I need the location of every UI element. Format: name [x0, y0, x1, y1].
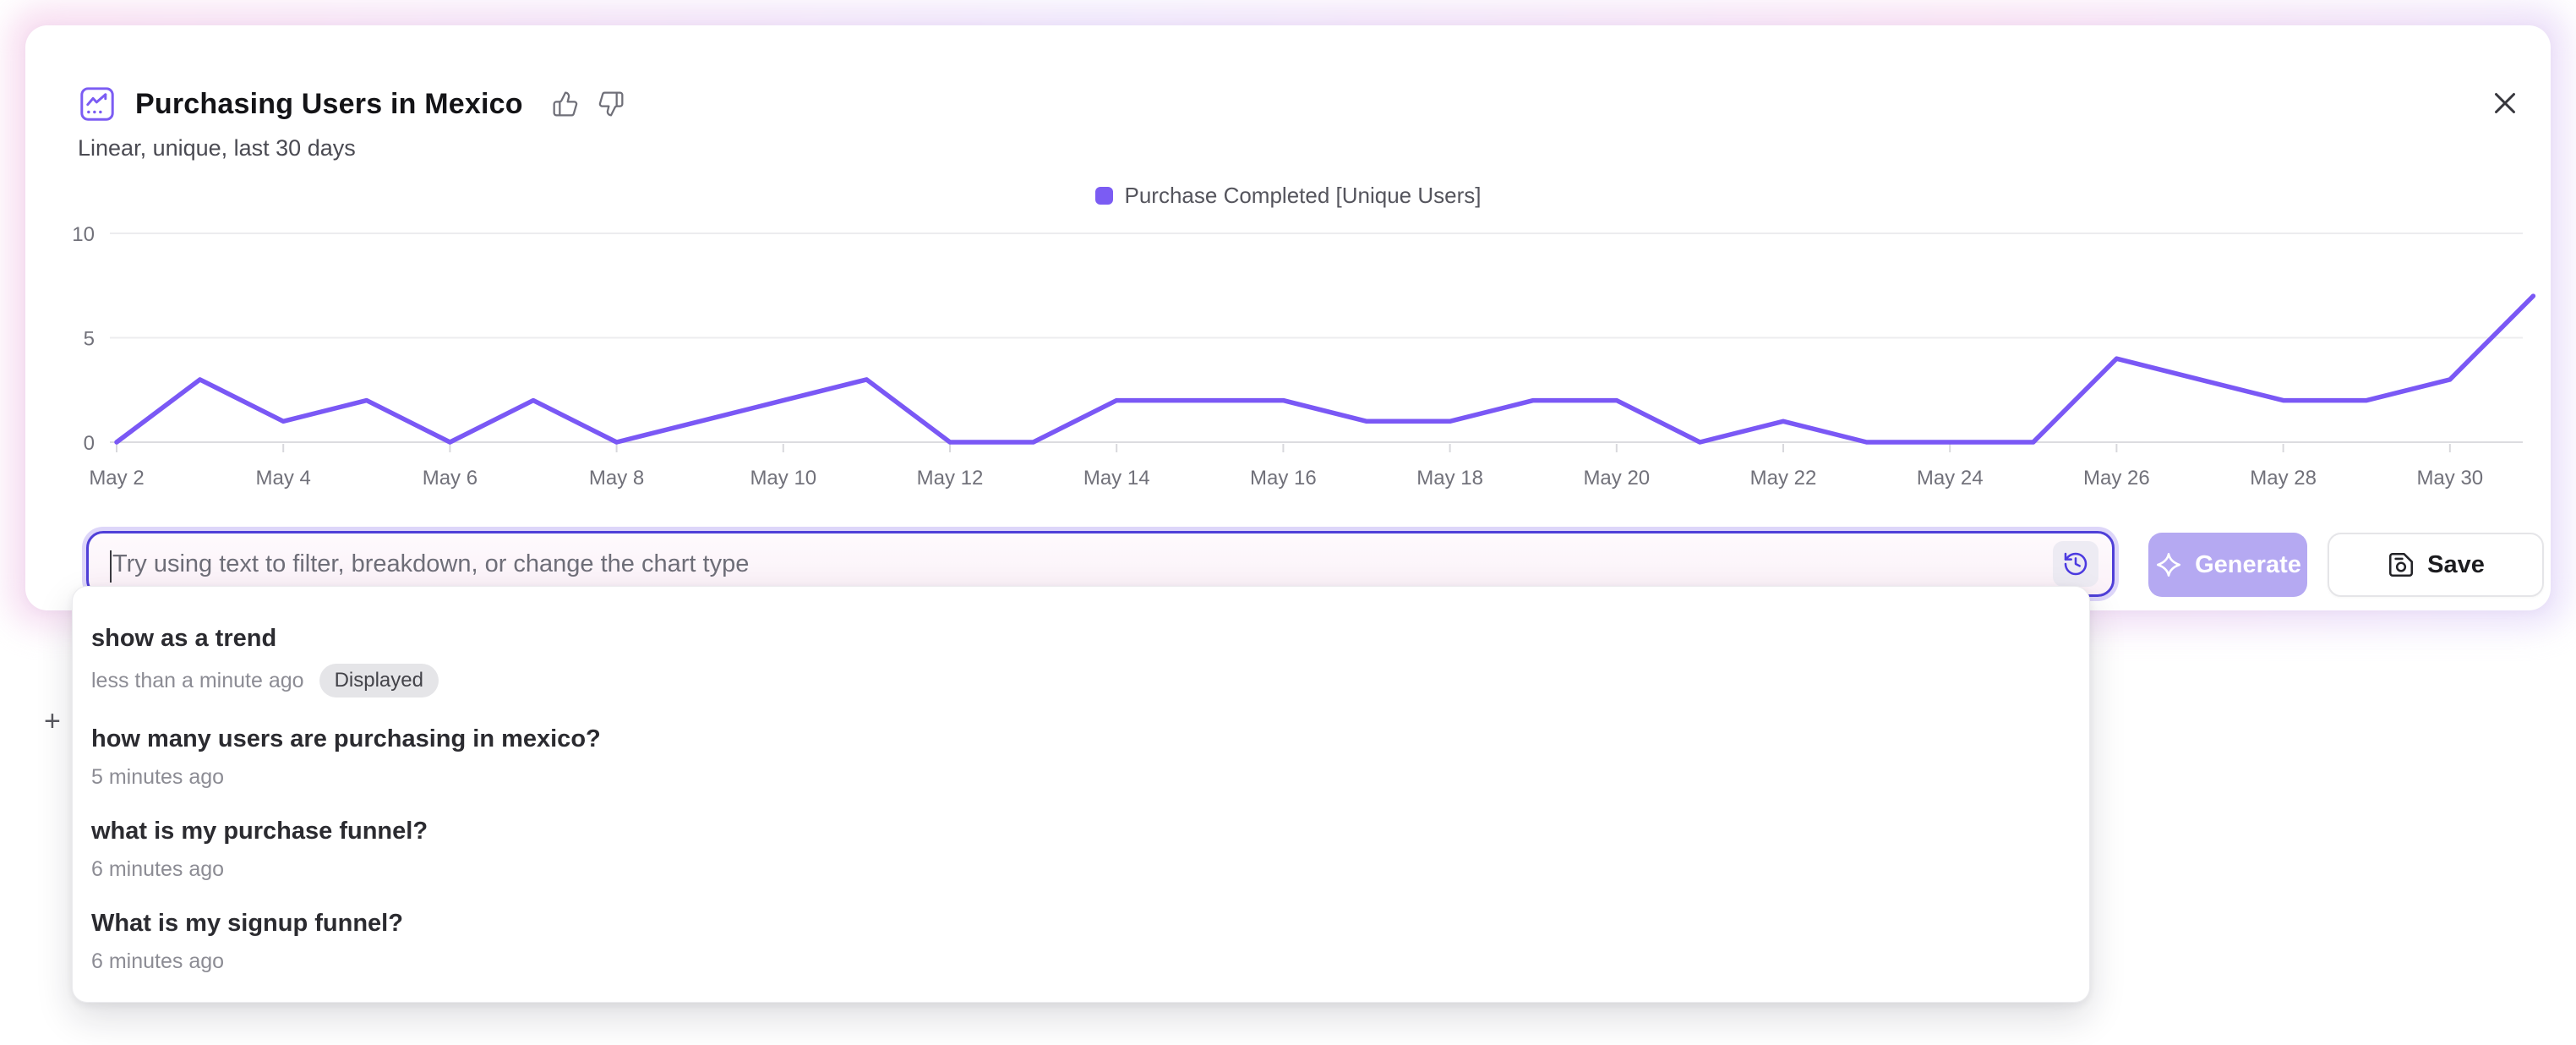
svg-text:May 16: May 16: [1250, 467, 1317, 490]
history-item[interactable]: show as a trend less than a minute ago D…: [73, 610, 2089, 711]
prompt-history-dropdown: show as a trend less than a minute ago D…: [72, 586, 2090, 1003]
feedback-buttons: [552, 90, 625, 118]
status-badge: Displayed: [319, 664, 439, 698]
history-item-time: 6 minutes ago: [91, 856, 224, 882]
card-header: Purchasing Users in Mexico: [79, 86, 625, 122]
svg-text:May 22: May 22: [1750, 467, 1817, 490]
close-icon[interactable]: [2488, 86, 2522, 120]
history-icon[interactable]: [2053, 541, 2098, 587]
svg-text:May 28: May 28: [2250, 467, 2317, 490]
legend-swatch: [1095, 187, 1113, 205]
svg-text:May 4: May 4: [256, 467, 311, 490]
svg-text:5: 5: [84, 328, 95, 351]
history-item-title: What is my signup funnel?: [91, 909, 2069, 938]
history-item[interactable]: what is my purchase funnel? 6 minutes ag…: [73, 803, 2089, 895]
svg-text:May 20: May 20: [1583, 467, 1650, 490]
history-item-title: how many users are purchasing in mexico?: [91, 725, 2069, 753]
svg-text:May 8: May 8: [589, 467, 644, 490]
thumbs-down-icon[interactable]: [598, 90, 625, 118]
history-item-meta: less than a minute ago Displayed: [91, 664, 2069, 698]
line-chart-icon: [79, 86, 115, 122]
svg-text:May 2: May 2: [89, 467, 144, 490]
save-label: Save: [2427, 551, 2485, 579]
history-item-meta: 6 minutes ago: [91, 856, 2069, 882]
text-caret: [110, 550, 112, 583]
page-title: Purchasing Users in Mexico: [135, 88, 523, 121]
svg-text:May 30: May 30: [2416, 467, 2483, 490]
history-item-title: show as a trend: [91, 624, 2069, 653]
svg-text:10: 10: [72, 223, 95, 246]
generate-label: Generate: [2195, 551, 2301, 579]
svg-text:May 12: May 12: [917, 467, 984, 490]
history-item[interactable]: What is my signup funnel? 6 minutes ago: [73, 895, 2089, 988]
thumbs-up-icon[interactable]: [552, 90, 579, 118]
save-icon: [2387, 550, 2415, 579]
legend-label: Purchase Completed [Unique Users]: [1125, 183, 1482, 209]
chart-subtitle: Linear, unique, last 30 days: [78, 135, 356, 161]
svg-text:May 26: May 26: [2083, 467, 2150, 490]
svg-text:May 6: May 6: [423, 467, 478, 490]
history-item-time: less than a minute ago: [91, 668, 304, 693]
svg-text:0: 0: [84, 432, 95, 455]
history-item-time: 5 minutes ago: [91, 764, 224, 790]
svg-text:May 14: May 14: [1083, 467, 1150, 490]
sparkle-icon: [2154, 550, 2183, 579]
save-button[interactable]: Save: [2328, 533, 2544, 597]
history-item-meta: 6 minutes ago: [91, 949, 2069, 974]
history-item[interactable]: how many users are purchasing in mexico?…: [73, 711, 2089, 803]
generate-button[interactable]: Generate: [2148, 533, 2307, 597]
history-item-time: 6 minutes ago: [91, 949, 224, 974]
history-item-meta: 5 minutes ago: [91, 764, 2069, 790]
svg-text:May 24: May 24: [1917, 467, 1984, 490]
svg-text:May 18: May 18: [1416, 467, 1483, 490]
chart-legend: Purchase Completed [Unique Users]: [25, 183, 2551, 209]
svg-text:May 10: May 10: [750, 467, 816, 490]
chart-card: Purchasing Users in Mexico Linear, uniqu…: [25, 25, 2551, 610]
line-chart: 0 5 10 May 2 May 4 May 6 May 8 May 10 May 12 May …: [25, 216, 2551, 507]
plus-glyph: +: [44, 705, 61, 738]
history-item-title: what is my purchase funnel?: [91, 817, 2069, 845]
